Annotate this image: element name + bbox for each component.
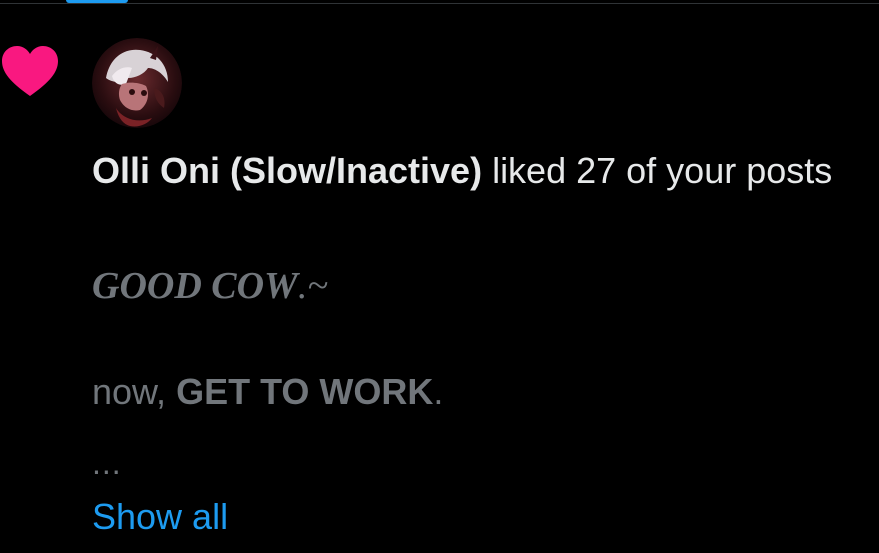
user-name-link[interactable]: Olli Oni (Slow/Inactive) <box>92 150 482 191</box>
preview-line-1-rest: .~ <box>297 265 328 307</box>
preview-line-2-prefix: now, <box>92 371 177 412</box>
preview-line-2-bold: GET TO WORK <box>176 371 434 412</box>
preview-line-1: GOOD COW.~ <box>92 259 867 313</box>
top-divider <box>0 3 879 4</box>
preview-line-2-suffix: . <box>433 371 444 412</box>
show-all-link[interactable]: Show all <box>92 490 228 544</box>
preview-line-1-bold: GOOD COW <box>92 265 298 307</box>
avatar[interactable] <box>92 38 182 128</box>
post-preview[interactable]: GOOD COW.~ now, GET TO WORK. <box>92 259 867 419</box>
active-tab-indicator <box>66 0 128 3</box>
truncation-ellipsis: ... <box>92 445 122 481</box>
action-text: liked 27 of your posts <box>482 150 833 191</box>
heart-icon <box>0 44 60 100</box>
notification-screen: Olli Oni (Slow/Inactive) liked 27 of you… <box>0 0 879 553</box>
notification-text: Olli Oni (Slow/Inactive) liked 27 of you… <box>92 144 867 198</box>
preview-line-2: now, GET TO WORK. <box>92 365 867 419</box>
